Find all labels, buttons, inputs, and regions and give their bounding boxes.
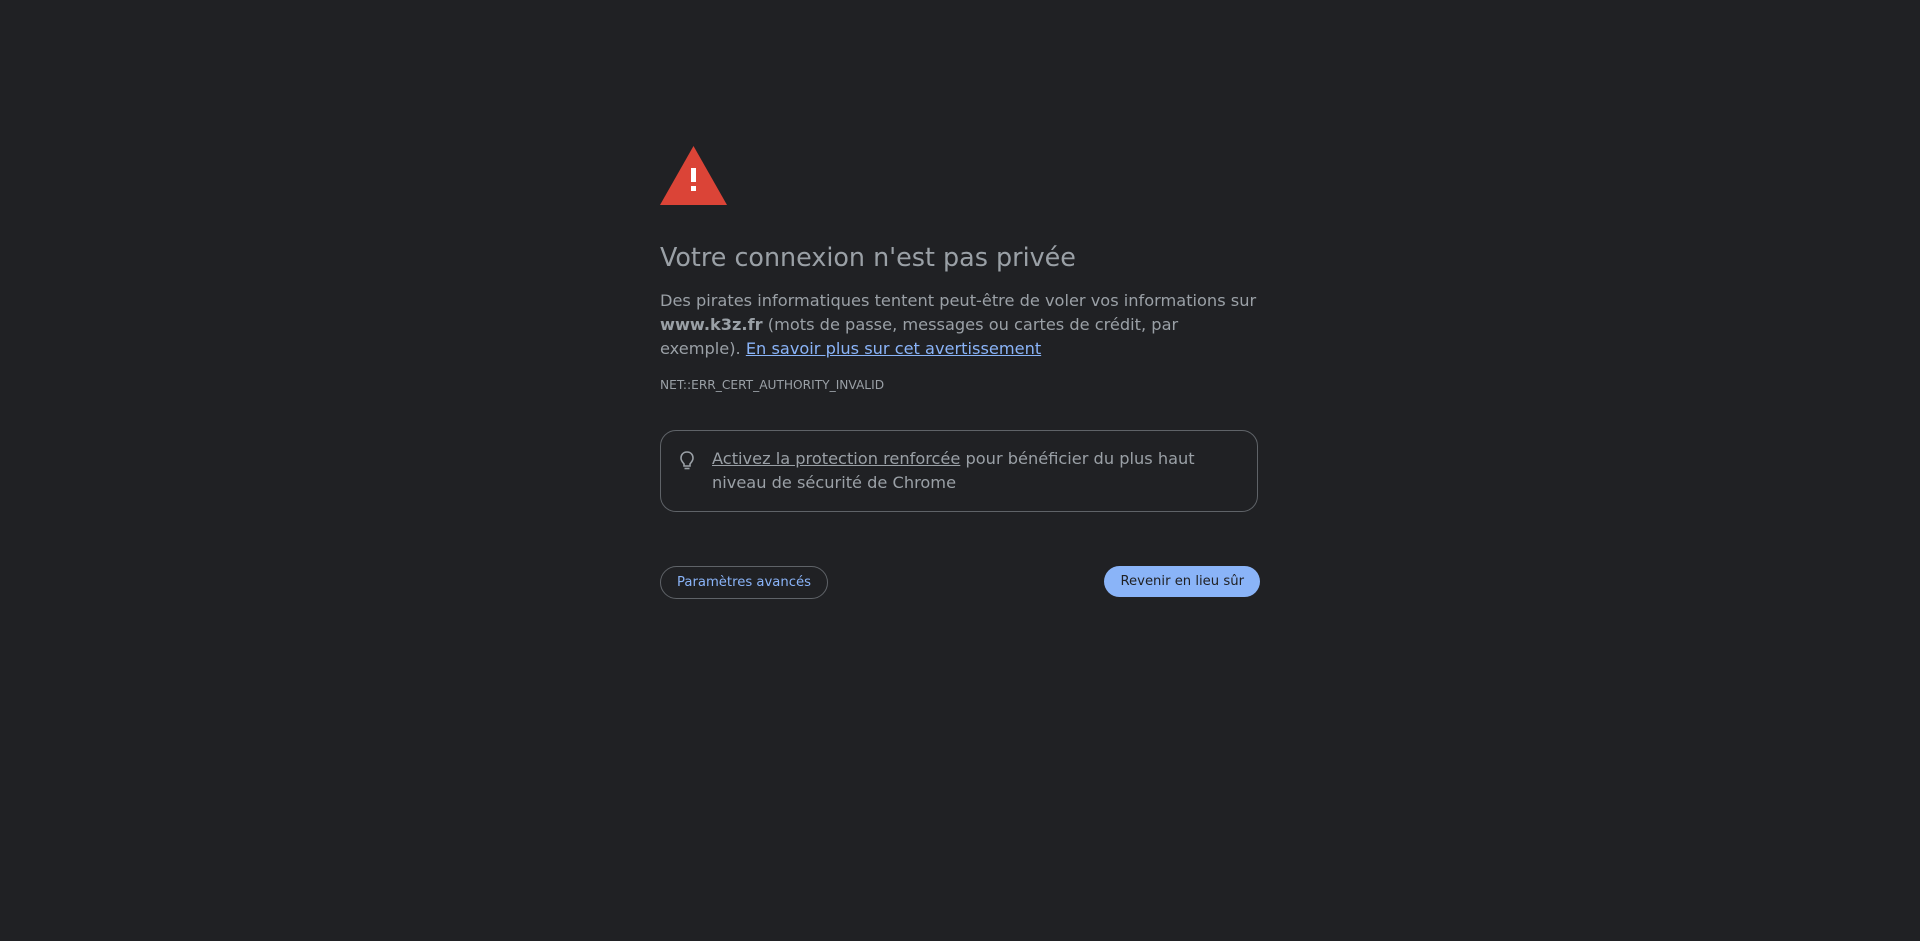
lightbulb-icon [680,451,694,470]
error-description: Des pirates informatiques tentent peut-ê… [660,289,1260,361]
warning-triangle-icon [660,146,727,205]
domain-name: www.k3z.fr [660,315,763,334]
enhanced-protection-text: Activez la protection renforcée pour bén… [712,447,1247,495]
advanced-settings-button[interactable]: Paramètres avancés [660,566,828,599]
enhanced-protection-box: Activez la protection renforcée pour bén… [660,430,1258,512]
error-code: NET::ERR_CERT_AUTHORITY_INVALID [660,378,885,392]
enhanced-protection-link[interactable]: Activez la protection renforcée [712,449,960,468]
description-text-1: Des pirates informatiques tentent peut-ê… [660,291,1257,310]
learn-more-link[interactable]: En savoir plus sur cet avertissement [746,339,1041,358]
back-to-safety-button[interactable]: Revenir en lieu sûr [1104,566,1260,597]
page-title: Votre connexion n'est pas privée [660,242,1076,272]
